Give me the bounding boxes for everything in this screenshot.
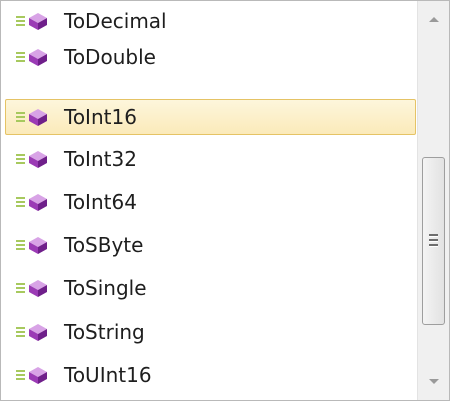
completion-list: ToDecimal ToDouble ToInt16 ToInt32 ToInt…: [1, 1, 417, 400]
vertical-scrollbar[interactable]: [417, 1, 449, 400]
item-label: ToInt32: [64, 147, 137, 171]
item-label: ToString: [64, 320, 145, 344]
scroll-thumb[interactable]: [422, 157, 445, 325]
extension-method-icon: [16, 49, 47, 66]
list-item[interactable]: ToInt32: [5, 141, 416, 177]
arrow-up-icon: [428, 17, 439, 22]
list-item[interactable]: ToUInt16: [5, 357, 416, 393]
extension-method-icon: [16, 280, 47, 297]
list-item[interactable]: ToString: [5, 314, 416, 350]
item-label: ToSingle: [64, 276, 147, 300]
scroll-up-button[interactable]: [418, 1, 449, 37]
extension-method-icon: [16, 194, 47, 211]
item-label: ToUInt16: [64, 363, 152, 387]
list-item[interactable]: ToDouble: [5, 39, 416, 75]
scroll-down-button[interactable]: [418, 364, 449, 400]
list-item[interactable]: ToSByte: [5, 227, 416, 263]
extension-method-icon: [16, 13, 47, 30]
list-item[interactable]: ToSingle: [5, 270, 416, 306]
item-label: ToDecimal: [64, 9, 167, 33]
item-label: ToInt64: [64, 190, 137, 214]
extension-method-icon: [16, 151, 47, 168]
intellisense-popup: ToDecimal ToDouble ToInt16 ToInt32 ToInt…: [0, 0, 450, 401]
list-item[interactable]: ToInt64: [5, 184, 416, 220]
arrow-down-icon: [428, 379, 439, 384]
extension-method-icon: [16, 367, 47, 384]
extension-method-icon: [16, 237, 47, 254]
item-label: ToSByte: [64, 233, 144, 257]
list-item[interactable]: ToDecimal: [5, 3, 416, 39]
extension-method-icon: [16, 324, 47, 341]
item-label: ToDouble: [64, 45, 156, 69]
item-label: ToInt16: [64, 105, 137, 129]
extension-method-icon: [16, 109, 47, 126]
grip-icon: [429, 234, 438, 247]
list-item-selected[interactable]: ToInt16: [5, 99, 416, 135]
